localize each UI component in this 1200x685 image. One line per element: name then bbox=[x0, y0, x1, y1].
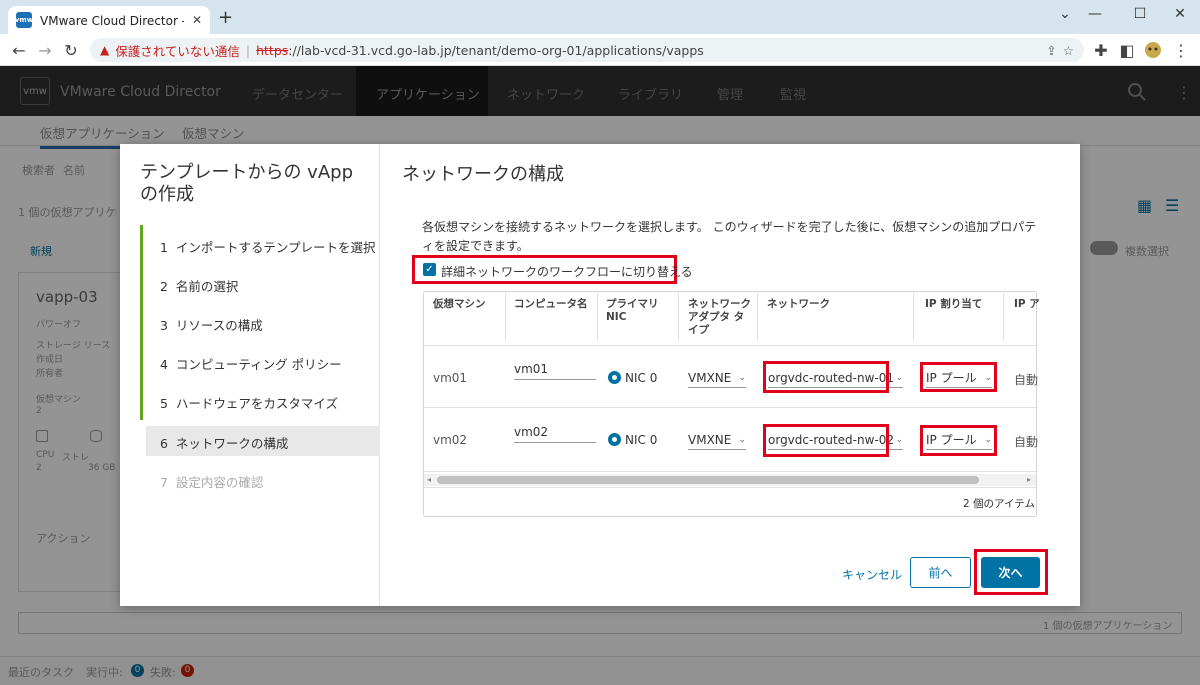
row2-nic-label: NIC 0 bbox=[625, 433, 658, 447]
highlight-box-network-2 bbox=[763, 424, 889, 457]
address-bar[interactable]: ▲ 保護されていない通信 | https://lab-vcd-31.vcd.go… bbox=[90, 38, 1084, 62]
step-2[interactable]: 2 名前の選択 bbox=[160, 276, 238, 295]
share-icon[interactable]: ⇪ bbox=[1046, 43, 1056, 58]
step-num: 2 bbox=[160, 279, 168, 294]
close-tab-icon[interactable]: ✕ bbox=[192, 13, 202, 27]
wizard-title: テンプレートからの vApp の作成 bbox=[140, 162, 353, 205]
profile-avatar-icon[interactable] bbox=[1142, 39, 1164, 61]
item-count: 2 個のアイテム bbox=[963, 498, 1035, 510]
scroll-left-icon[interactable]: ◂ bbox=[427, 475, 431, 484]
footer-divider bbox=[424, 487, 1036, 488]
reload-icon[interactable]: ↻ bbox=[60, 39, 82, 61]
row1-adapter-select[interactable]: VMXNE ⌄ bbox=[688, 368, 746, 388]
col-sep bbox=[757, 293, 758, 341]
col-header-computer-name: コンピュータ名 bbox=[514, 298, 588, 310]
forward-icon[interactable]: → bbox=[34, 39, 56, 61]
adapter-value: VMXNE bbox=[688, 432, 732, 447]
step-num: 4 bbox=[160, 357, 168, 372]
highlight-box-next bbox=[974, 549, 1048, 595]
col-header-adapter-type: ネットワーク アダプタ タイプ bbox=[688, 298, 751, 336]
step-num: 5 bbox=[160, 396, 168, 411]
cancel-button[interactable]: キャンセル bbox=[842, 566, 902, 583]
col-header-primary-nic: プライマリ NIC bbox=[606, 298, 659, 323]
url-scheme: https bbox=[256, 42, 289, 58]
row2-ip-address: 自動 bbox=[1014, 435, 1039, 449]
step-progress-line bbox=[140, 225, 143, 420]
row1-vm: vm01 bbox=[433, 371, 468, 385]
step-1[interactable]: 1 インポートするテンプレートを選択 bbox=[160, 237, 376, 256]
highlight-box-ip-2 bbox=[920, 425, 997, 456]
row2-nic-radio[interactable] bbox=[608, 433, 621, 446]
adapter-value: VMXNE bbox=[688, 370, 732, 385]
panel-title: ネットワークの構成 bbox=[402, 164, 564, 185]
step-label: ネットワークの構成 bbox=[175, 436, 289, 451]
step-label: 名前の選択 bbox=[175, 279, 239, 294]
step-label: ハードウェアをカスタマイズ bbox=[175, 396, 339, 411]
row-divider bbox=[424, 471, 1036, 472]
step-num: 3 bbox=[160, 318, 168, 333]
row1-nic-radio[interactable] bbox=[608, 371, 621, 384]
step-label: コンピューティング ポリシー bbox=[175, 357, 342, 372]
step-num: 6 bbox=[160, 436, 168, 451]
panel-description: 各仮想マシンを接続するネットワークを選択します。 このウィザードを完了した後に、… bbox=[422, 220, 1037, 253]
security-label: 保護されていない通信 bbox=[115, 43, 240, 59]
bookmark-star-icon[interactable]: ☆ bbox=[1063, 43, 1074, 58]
col-sep bbox=[913, 293, 914, 341]
row1-nic-label: NIC 0 bbox=[625, 371, 658, 385]
chevron-down-icon: ⌄ bbox=[895, 372, 903, 383]
col-sep bbox=[1003, 293, 1004, 341]
back-icon[interactable]: ← bbox=[8, 39, 30, 61]
highlight-box-ip-1 bbox=[920, 362, 997, 392]
step-label: インポートするテンプレートを選択 bbox=[175, 240, 376, 255]
col-sep bbox=[505, 293, 506, 341]
scrollbar-thumb[interactable] bbox=[437, 476, 979, 484]
step-5[interactable]: 5 ハードウェアをカスタマイズ bbox=[160, 393, 338, 412]
vmware-favicon-icon: vmw bbox=[15, 12, 33, 28]
url-path: ://lab-vcd-31.vcd.go-lab.jp/tenant/demo-… bbox=[288, 42, 704, 58]
step-6[interactable]: 6 ネットワークの構成 bbox=[160, 433, 288, 452]
col-header-ip-address: IP ア bbox=[1014, 298, 1040, 310]
col-header-ip-assign: IP 割り当て bbox=[925, 298, 983, 310]
minimize-icon[interactable]: — bbox=[1080, 4, 1110, 24]
col-header-network: ネットワーク bbox=[767, 298, 830, 310]
chevron-down-icon: ⌄ bbox=[738, 434, 746, 445]
header-divider bbox=[424, 345, 1036, 346]
step-3[interactable]: 3 リソースの構成 bbox=[160, 315, 263, 334]
step-4[interactable]: 4 コンピューティング ポリシー bbox=[160, 354, 342, 373]
row2-computer-name-input[interactable]: vm02 bbox=[514, 425, 596, 443]
step-num: 1 bbox=[160, 240, 168, 255]
row1-ip-address: 自動 bbox=[1014, 373, 1039, 387]
warning-icon: ▲ bbox=[100, 43, 110, 57]
col-header-vm: 仮想マシン bbox=[433, 298, 486, 310]
step-7: 7 設定内容の確認 bbox=[160, 472, 263, 491]
row-divider bbox=[424, 407, 1036, 408]
close-window-icon[interactable]: ✕ bbox=[1165, 4, 1195, 24]
new-tab-icon[interactable]: + bbox=[218, 9, 233, 27]
address-separator: | bbox=[245, 42, 251, 58]
step-label: 設定内容の確認 bbox=[175, 475, 264, 490]
col-sep bbox=[597, 293, 598, 341]
advanced-workflow-label: 詳細ネットワークのワークフローに切り替える bbox=[441, 265, 693, 279]
extensions-icon[interactable]: ✚ bbox=[1090, 39, 1112, 61]
sidepanel-icon[interactable]: ◧ bbox=[1116, 39, 1138, 61]
step-label: リソースの構成 bbox=[175, 318, 263, 333]
col-sep bbox=[678, 293, 679, 341]
chevron-down-icon: ⌄ bbox=[895, 434, 903, 445]
maximize-icon[interactable]: ☐ bbox=[1125, 4, 1155, 24]
scroll-right-icon[interactable]: ▸ bbox=[1027, 475, 1031, 484]
chevron-down-icon: ⌄ bbox=[738, 372, 746, 383]
highlight-box-network-1 bbox=[763, 361, 889, 393]
advanced-workflow-checkbox[interactable]: ✓ bbox=[423, 263, 436, 276]
row2-adapter-select[interactable]: VMXNE ⌄ bbox=[688, 430, 746, 450]
tab-search-icon[interactable]: ⌄ bbox=[1050, 4, 1080, 24]
previous-button[interactable]: 前へ bbox=[910, 557, 971, 588]
browser-tab[interactable]: vmw VMware Cloud Director - 仮想ア ✕ bbox=[8, 6, 210, 34]
wizard-steps-pane bbox=[120, 144, 380, 606]
browser-menu-icon[interactable]: ⋮ bbox=[1170, 39, 1192, 61]
step-num: 7 bbox=[160, 475, 168, 490]
row1-computer-name-input[interactable]: vm01 bbox=[514, 362, 596, 380]
url-text: https://lab-vcd-31.vcd.go-lab.jp/tenant/… bbox=[256, 43, 704, 58]
row2-vm: vm02 bbox=[433, 433, 468, 447]
tab-title: VMware Cloud Director - 仮想ア bbox=[40, 13, 184, 28]
